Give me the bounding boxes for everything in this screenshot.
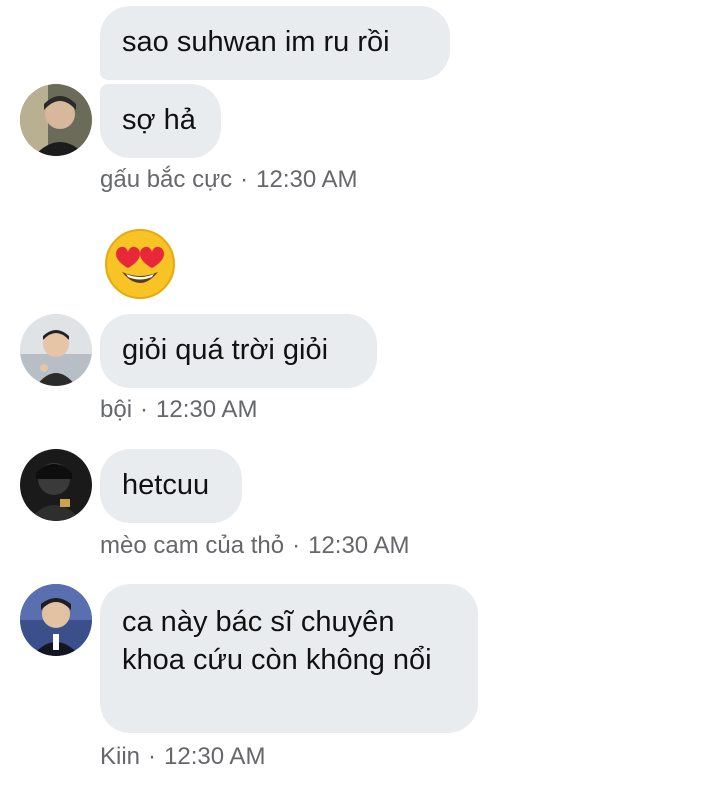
message-bubble[interactable]: hetcuu [100,449,242,523]
message-bubble[interactable]: sao suhwan im ru rồi [100,6,450,80]
avatar-meo-cam[interactable] [20,449,92,521]
timestamp: 12:30 AM [256,166,358,193]
sender-name: mèo cam của thỏ [100,532,285,559]
avatar-kiin[interactable] [20,584,92,656]
message-bubble[interactable]: giỏi quá trời giỏi [100,314,377,388]
message-meta: bội · 12:30 AM [100,396,257,424]
message-bubble[interactable]: ca này bác sĩ chuyên khoa cứu còn không … [100,584,478,733]
meta-separator: · [240,166,249,193]
sender-name: Kiin [100,743,141,770]
sender-name: gấu bắc cực [100,166,233,193]
message-bubble[interactable]: sợ hả [100,84,221,158]
message-text: sợ hả [122,104,196,136]
meta-separator: · [292,532,301,559]
timestamp: 12:30 AM [156,396,258,423]
meta-separator: · [148,743,157,770]
message-text: sao suhwan im ru rồi [122,26,390,58]
timestamp: 12:30 AM [308,532,410,559]
timestamp: 12:30 AM [164,743,266,770]
sender-name: bội [100,396,133,423]
meta-separator: · [140,396,149,423]
message-meta: Kiin · 12:30 AM [100,743,265,771]
avatar-boi[interactable] [20,314,92,386]
message-text: ca này bác sĩ chuyên khoa cứu còn không … [122,606,432,676]
avatar-gau-bac-cuc[interactable] [20,84,92,156]
message-text: giỏi quá trời giỏi [122,334,329,366]
heart-eyes-emoji[interactable] [104,228,176,300]
message-text: hetcuu [122,469,210,501]
message-meta: gấu bắc cực · 12:30 AM [100,166,358,194]
message-meta: mèo cam của thỏ · 12:30 AM [100,532,410,560]
